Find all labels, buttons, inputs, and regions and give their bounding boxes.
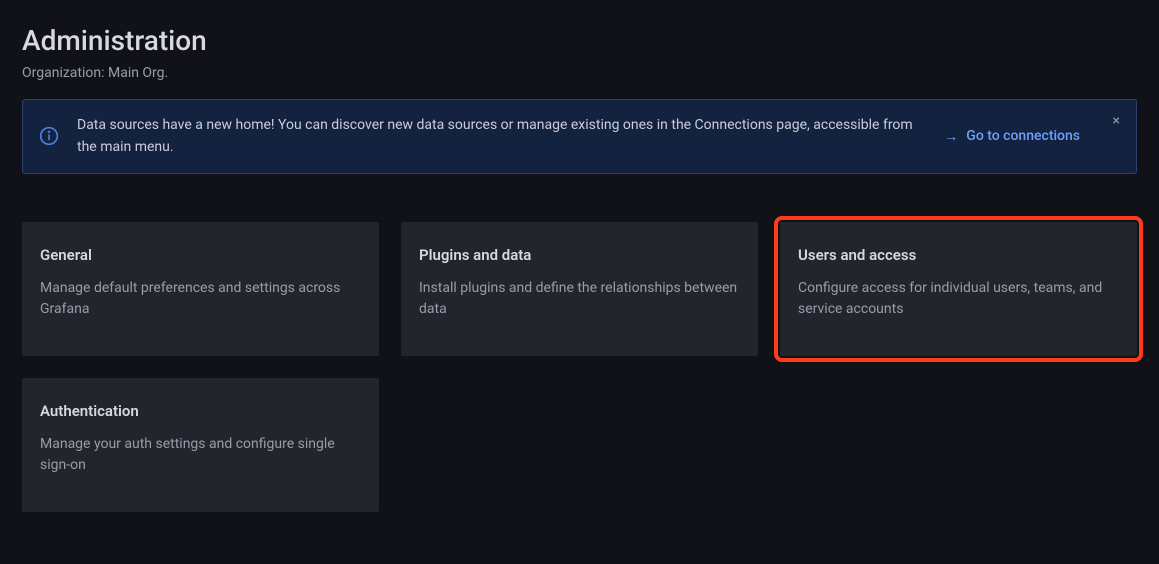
card-desc: Configure access for individual users, t… — [798, 278, 1119, 321]
admin-card-grid: General Manage default preferences and s… — [22, 222, 1137, 512]
page-subtitle: Organization: Main Org. — [22, 65, 1137, 81]
card-plugins-and-data[interactable]: Plugins and data Install plugins and def… — [401, 222, 758, 356]
card-desc: Install plugins and define the relations… — [419, 278, 740, 321]
card-title: General — [40, 246, 361, 264]
card-title: Authentication — [40, 402, 361, 420]
card-title: Plugins and data — [419, 246, 740, 264]
card-title: Users and access — [798, 246, 1119, 264]
card-authentication[interactable]: Authentication Manage your auth settings… — [22, 378, 379, 512]
card-general[interactable]: General Manage default preferences and s… — [22, 222, 379, 356]
info-icon — [39, 126, 59, 146]
info-alert: Data sources have a new home! You can di… — [22, 99, 1137, 174]
page-title: Administration — [22, 24, 1137, 57]
arrow-right-icon: → — [944, 128, 958, 145]
alert-text: Data sources have a new home! You can di… — [77, 114, 944, 159]
card-desc: Manage default preferences and settings … — [40, 278, 361, 321]
close-icon[interactable]: × — [1109, 110, 1124, 132]
alert-link-label: Go to connections — [966, 128, 1080, 144]
card-users-and-access[interactable]: Users and access Configure access for in… — [780, 222, 1137, 356]
card-desc: Manage your auth settings and configure … — [40, 434, 361, 477]
go-to-connections-link[interactable]: → Go to connections — [944, 128, 1080, 145]
